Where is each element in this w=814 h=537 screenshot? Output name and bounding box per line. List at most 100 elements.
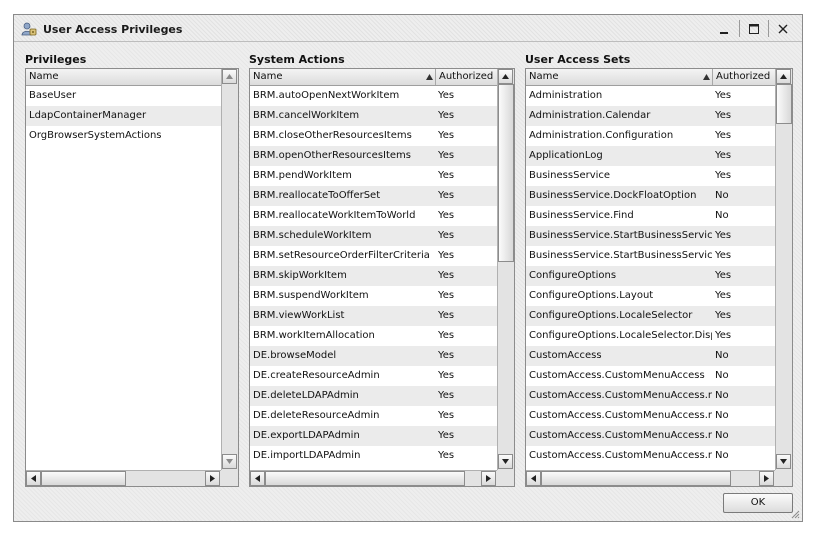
column-header-name[interactable]: Name: [526, 69, 712, 85]
authorized-cell: Yes: [438, 330, 455, 341]
scroll-down-button[interactable]: [222, 454, 237, 469]
table-row[interactable]: BRM.closeOtherResourcesItems Yes: [250, 126, 497, 146]
name-cell: BusinessService.DockFloatOption: [529, 190, 697, 201]
maximize-icon: [749, 23, 759, 34]
table-row[interactable]: DE.createResourceAdmin Yes: [250, 366, 497, 386]
scroll-down-button[interactable]: [776, 454, 791, 469]
table-row[interactable]: BaseUser: [26, 86, 221, 106]
table-row[interactable]: OrgBrowserSystemActions: [26, 126, 221, 146]
authorized-cell: Yes: [438, 310, 455, 321]
user-access-sets-header: Name Authorized: [526, 69, 775, 86]
authorized-cell: Yes: [715, 250, 732, 261]
table-row[interactable]: BRM.openOtherResourcesItems Yes: [250, 146, 497, 166]
authorized-cell: No: [715, 430, 729, 441]
table-row[interactable]: ConfigureOptions.LocaleSelector Yes: [526, 306, 775, 326]
table-row[interactable]: DE.deleteResourceAdmin Yes: [250, 406, 497, 426]
system-actions-header: Name Authorized: [250, 69, 497, 86]
close-button[interactable]: [774, 20, 792, 37]
table-row[interactable]: BusinessService Yes: [526, 166, 775, 186]
table-row[interactable]: BusinessService.Find No: [526, 206, 775, 226]
scroll-right-button[interactable]: [205, 471, 220, 486]
title-bar[interactable]: User Access Privileges: [14, 15, 802, 42]
horizontal-scroll-thumb[interactable]: [41, 471, 126, 486]
table-row[interactable]: DE.importLDAPAdmin Yes: [250, 446, 497, 466]
name-cell: BRM.workItemAllocation: [253, 330, 375, 341]
column-header-name[interactable]: Name: [250, 69, 435, 85]
table-row[interactable]: BRM.cancelWorkItem Yes: [250, 106, 497, 126]
table-row[interactable]: CustomAccess No: [526, 346, 775, 366]
table-row[interactable]: BusinessService.StartBusinessService Yes: [526, 226, 775, 246]
table-row[interactable]: BRM.reallocateWorkItemToWorld Yes: [250, 206, 497, 226]
table-row[interactable]: CustomAccess.CustomMenuAccess.mei No: [526, 406, 775, 426]
privileges-list: BaseUser LdapContainerManager OrgBrowserSy…: [26, 86, 221, 470]
horizontal-scroll-thumb[interactable]: [265, 471, 465, 486]
user-access-sets-vertical-scrollbar[interactable]: [775, 69, 792, 470]
table-row[interactable]: CustomAccess.CustomMenuAccess No: [526, 366, 775, 386]
name-cell: CustomAccess.CustomMenuAccess.mei: [529, 430, 712, 441]
table-row[interactable]: DE.browseModel Yes: [250, 346, 497, 366]
table-row[interactable]: BRM.autoOpenNextWorkItem Yes: [250, 86, 497, 106]
privileges-horizontal-scrollbar[interactable]: [26, 470, 221, 486]
authorized-cell: Yes: [438, 110, 455, 121]
scroll-right-button[interactable]: [759, 471, 774, 486]
minimize-button[interactable]: [715, 20, 733, 37]
table-row[interactable]: Administration.Calendar Yes: [526, 106, 775, 126]
table-row[interactable]: Administration Yes: [526, 86, 775, 106]
table-row[interactable]: LdapContainerManager: [26, 106, 221, 126]
name-cell: BusinessService: [529, 170, 611, 181]
table-row[interactable]: BRM.scheduleWorkItem Yes: [250, 226, 497, 246]
table-row[interactable]: BRM.viewWorkList Yes: [250, 306, 497, 326]
table-row[interactable]: BusinessService.DockFloatOption No: [526, 186, 775, 206]
system-actions-vertical-scrollbar[interactable]: [497, 69, 514, 470]
scroll-left-button[interactable]: [26, 471, 41, 486]
name-cell: CustomAccess.CustomMenuAccess.mei: [529, 450, 712, 461]
scroll-up-button[interactable]: [222, 69, 237, 84]
privileges-vertical-scrollbar[interactable]: [221, 69, 238, 470]
column-header-name[interactable]: Name: [26, 69, 221, 85]
scroll-down-button[interactable]: [498, 454, 513, 469]
arrow-up-icon: [502, 74, 509, 79]
table-row[interactable]: Administration.Configuration Yes: [526, 126, 775, 146]
name-cell: BRM.autoOpenNextWorkItem: [253, 90, 400, 101]
maximize-button[interactable]: [745, 20, 763, 37]
scroll-left-button[interactable]: [250, 471, 265, 486]
table-row[interactable]: DE.deleteLDAPAdmin Yes: [250, 386, 497, 406]
table-row[interactable]: ConfigureOptions.LocaleSelector.Displ Yes: [526, 326, 775, 346]
table-row[interactable]: BRM.suspendWorkItem Yes: [250, 286, 497, 306]
ok-button[interactable]: OK: [723, 493, 793, 513]
table-row[interactable]: DE.exportLDAPAdmin Yes: [250, 426, 497, 446]
table-row[interactable]: BusinessService.StartBusinessService.F Ye…: [526, 246, 775, 266]
name-cell: DE.deleteLDAPAdmin: [253, 390, 359, 401]
table-row[interactable]: BRM.reallocateToOfferSet Yes: [250, 186, 497, 206]
scroll-up-button[interactable]: [498, 69, 513, 84]
scroll-left-button[interactable]: [526, 471, 541, 486]
name-cell: BusinessService.StartBusinessService: [529, 230, 712, 241]
table-row[interactable]: CustomAccess.CustomMenuAccess.mei No: [526, 446, 775, 466]
table-row[interactable]: ConfigureOptions.Layout Yes: [526, 286, 775, 306]
scroll-up-button[interactable]: [776, 69, 791, 84]
column-header-authorized[interactable]: Authorized: [435, 69, 497, 85]
table-row[interactable]: ConfigureOptions Yes: [526, 266, 775, 286]
system-actions-horizontal-scrollbar[interactable]: [250, 470, 497, 486]
table-row[interactable]: ApplicationLog Yes: [526, 146, 775, 166]
user-access-privileges-dialog: User Access Privileges Privileges System…: [13, 14, 803, 522]
resize-grip-icon[interactable]: [791, 510, 800, 519]
minimize-icon: [720, 31, 728, 34]
table-row[interactable]: BRM.workItemAllocation Yes: [250, 326, 497, 346]
window-title: User Access Privileges: [43, 23, 183, 36]
name-cell: DE.importLDAPAdmin: [253, 450, 361, 461]
sort-ascending-icon: [703, 74, 710, 80]
scroll-right-button[interactable]: [481, 471, 496, 486]
vertical-scroll-thumb[interactable]: [498, 84, 514, 262]
table-row[interactable]: CustomAccess.CustomMenuAccess.mei No: [526, 386, 775, 406]
user-access-sets-list: Administration Yes Administration.Calendar…: [526, 86, 775, 470]
table-row[interactable]: BRM.pendWorkItem Yes: [250, 166, 497, 186]
table-row[interactable]: CustomAccess.CustomMenuAccess.mei No: [526, 426, 775, 446]
table-row[interactable]: BRM.skipWorkItem Yes: [250, 266, 497, 286]
name-cell: CustomAccess.CustomMenuAccess: [529, 370, 705, 381]
user-access-sets-horizontal-scrollbar[interactable]: [526, 470, 775, 486]
table-row[interactable]: BRM.setResourceOrderFilterCriteria Yes: [250, 246, 497, 266]
vertical-scroll-thumb[interactable]: [776, 84, 792, 124]
column-header-authorized[interactable]: Authorized: [712, 69, 775, 85]
horizontal-scroll-thumb[interactable]: [541, 471, 731, 486]
